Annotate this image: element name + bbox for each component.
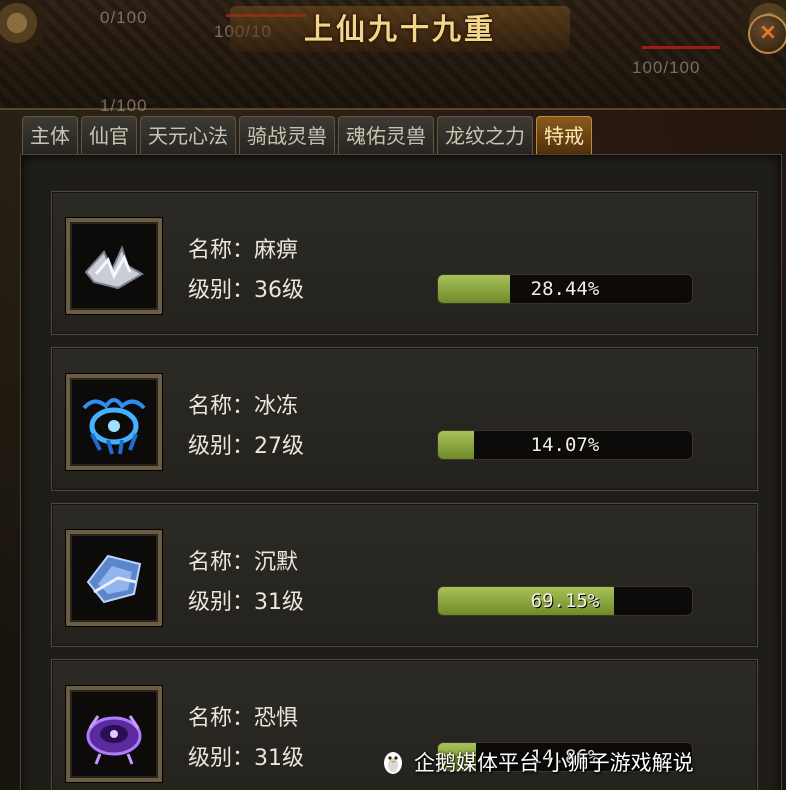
background-hp-bar	[642, 46, 720, 49]
tab-bar: 主体 仙官 天元心法 骑战灵兽 魂佑灵兽 龙纹之力 特戒	[22, 116, 592, 155]
ring-name: 名称：沉默	[188, 550, 299, 575]
ring-name: 名称：恐惧	[188, 706, 299, 731]
ring-icon-slot[interactable]	[66, 530, 162, 626]
ring-name: 名称：冰冻	[188, 394, 299, 419]
progress-bar: 14.07%	[437, 430, 693, 460]
tab-soul-beast[interactable]: 魂佑灵兽	[338, 116, 434, 155]
ring-level: 级别：31级	[188, 590, 304, 615]
progress-text: 69.15%	[530, 590, 600, 612]
silence-ring-icon	[86, 554, 142, 604]
ring-icon-slot[interactable]	[66, 686, 162, 782]
fear-ring-icon	[86, 715, 142, 765]
background-text: 1/100	[100, 96, 148, 115]
ring-icon-slot[interactable]	[66, 374, 162, 470]
freeze-ring-icon	[82, 398, 146, 455]
close-button[interactable]: ×	[748, 14, 786, 54]
ring-level: 级别：31级	[188, 746, 304, 771]
watermark-text: 企鹅媒体平台 小狮子游戏解说	[414, 751, 694, 775]
tab-main[interactable]: 主体	[22, 116, 78, 155]
ornament-left-icon	[0, 0, 52, 58]
ring-level: 级别：36级	[188, 278, 304, 303]
title-bar: 0/100 100/10 100/100 1/100 上仙九十九重 ×	[0, 0, 786, 115]
ring-icon-slot[interactable]	[66, 218, 162, 314]
progress-text: 14.07%	[530, 434, 600, 456]
watermark: 企鹅媒体平台 小狮子游戏解说	[380, 742, 694, 782]
tab-heart-method[interactable]: 天元心法	[140, 116, 236, 155]
paralysis-ring-icon	[84, 245, 144, 290]
tab-special-ring[interactable]: 特戒	[536, 116, 592, 155]
progress-bar: 69.15%	[437, 586, 693, 616]
background-text: 100/100	[632, 58, 701, 77]
progress-text: 28.44%	[530, 278, 600, 300]
window-title: 上仙九十九重	[230, 6, 570, 52]
tab-dragon-power[interactable]: 龙纹之力	[437, 116, 533, 155]
ring-level: 级别：27级	[188, 434, 304, 459]
progress-bar: 28.44%	[437, 274, 693, 304]
ring-name: 名称：麻痹	[188, 238, 299, 263]
penguin-icon	[384, 752, 402, 774]
game-window: 0/100 100/10 100/100 1/100 上仙九十九重 × 主体 仙…	[0, 0, 786, 790]
ring-card: 名称：冰冻 级别：27级 14.07%	[51, 347, 758, 491]
tab-official[interactable]: 仙官	[81, 116, 137, 155]
ring-card: 名称：麻痹 级别：36级 28.44%	[51, 191, 758, 335]
tab-mount-beast[interactable]: 骑战灵兽	[239, 116, 335, 155]
ring-card: 名称：沉默 级别：31级 69.15%	[51, 503, 758, 647]
background-text: 0/100	[100, 8, 148, 27]
